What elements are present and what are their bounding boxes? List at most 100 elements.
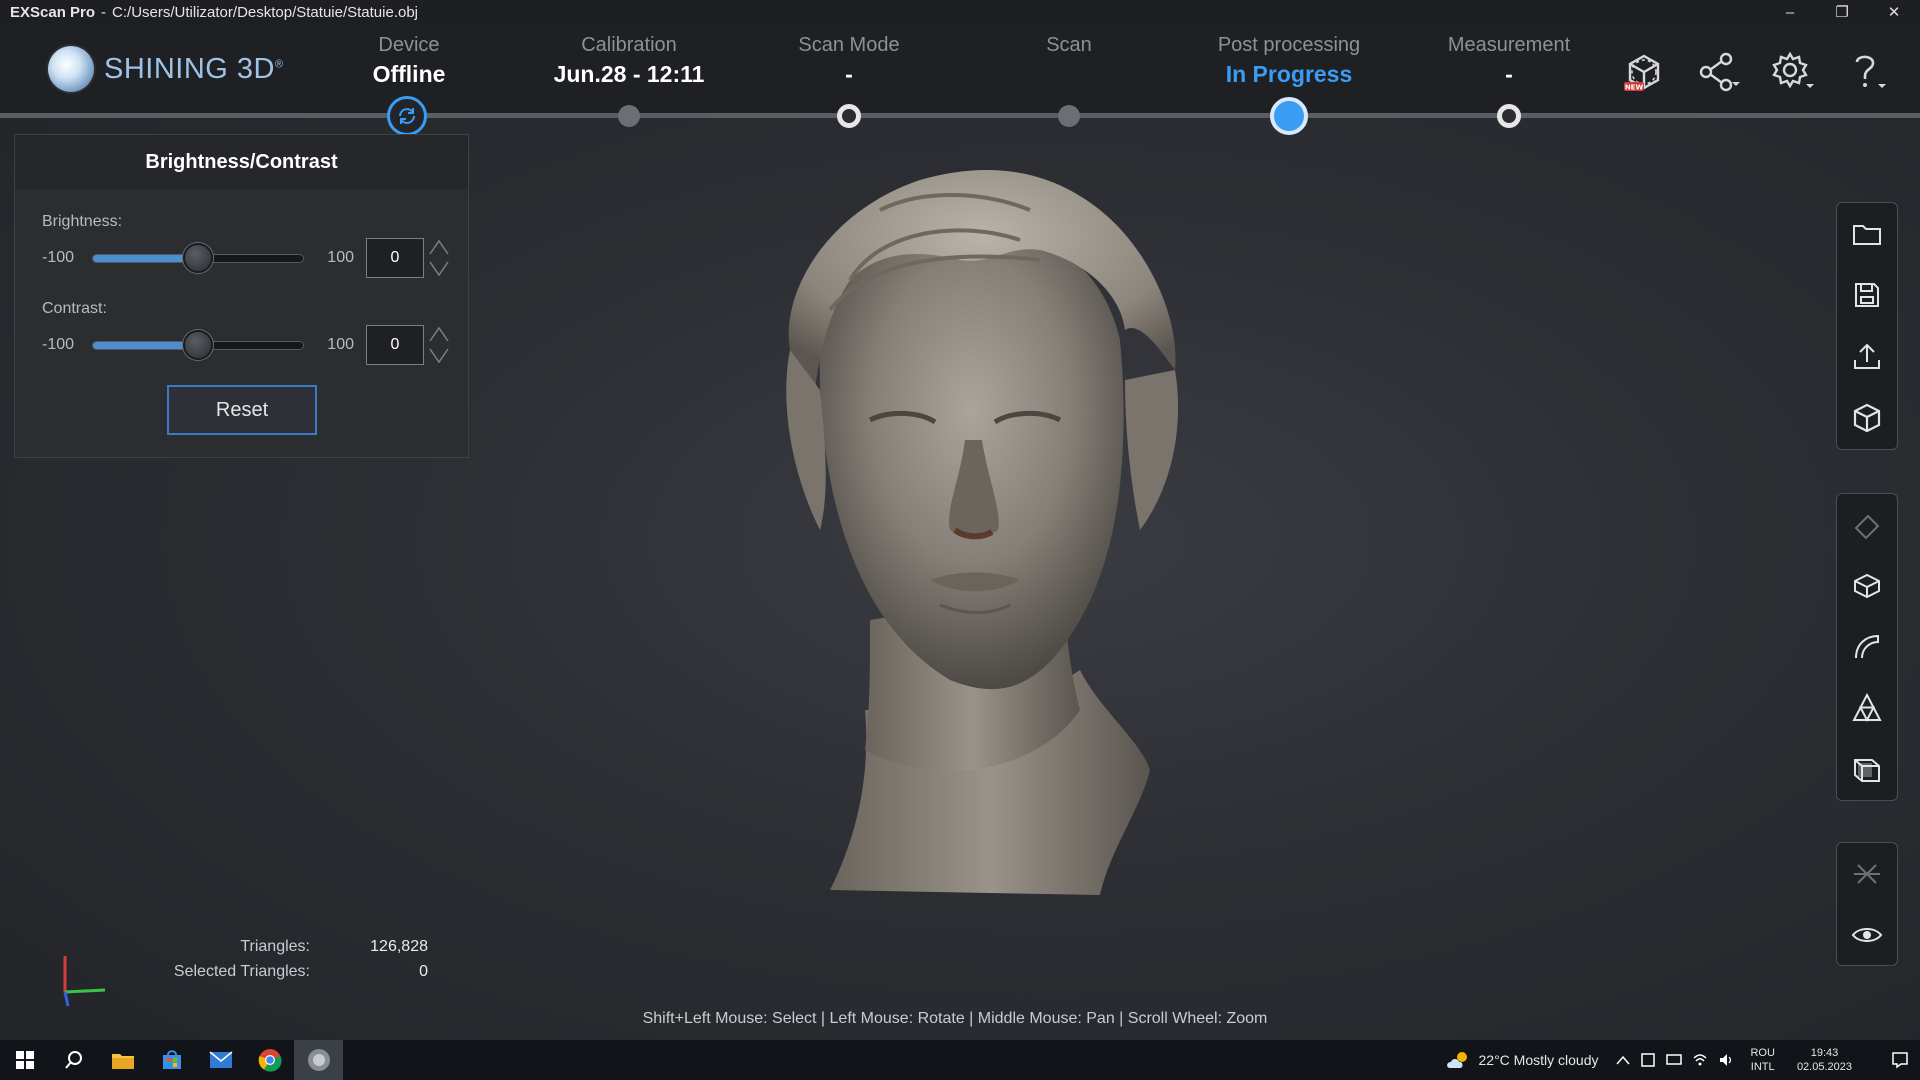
step-label: Post processing	[1217, 34, 1361, 56]
step-measurement[interactable]: Measurement -	[1399, 34, 1619, 88]
brightness-stepper[interactable]	[428, 238, 450, 278]
contrast-label: Contrast:	[42, 300, 107, 317]
header: SHINING 3D® Device Offline Calibration J…	[0, 24, 1920, 114]
step-label: Device	[378, 34, 440, 56]
statue-model[interactable]	[720, 150, 1190, 920]
brightness-slider[interactable]	[92, 243, 304, 273]
model-store-icon[interactable]: NEW	[1622, 50, 1670, 94]
eraser-icon[interactable]	[1837, 494, 1897, 555]
step-label: Scan	[1046, 34, 1092, 56]
clock[interactable]: 19:43 02.05.2023	[1797, 1046, 1852, 1074]
axes-indicator	[63, 956, 106, 1007]
edit-toolbar	[1836, 493, 1898, 801]
file-toolbar	[1836, 202, 1898, 450]
step-label: Calibration	[581, 34, 677, 56]
share-icon[interactable]	[1696, 50, 1744, 94]
contrast-min: -100	[42, 336, 75, 353]
tray-app-icon[interactable]	[1640, 1052, 1656, 1068]
flip-icon[interactable]	[1837, 843, 1897, 904]
display-icon[interactable]	[1666, 1052, 1683, 1068]
save-icon[interactable]	[1837, 265, 1897, 327]
exscan-taskbar-icon[interactable]	[294, 1040, 343, 1080]
help-icon[interactable]	[1844, 50, 1892, 94]
close-button[interactable]: ✕	[1868, 0, 1920, 24]
device-refresh-node[interactable]	[387, 96, 427, 136]
restore-button[interactable]: ❐	[1816, 0, 1868, 24]
mail-icon[interactable]	[196, 1040, 245, 1080]
search-icon[interactable]	[49, 1040, 98, 1080]
brightness-input[interactable]: 0	[366, 238, 424, 278]
brightness-label: Brightness:	[42, 213, 123, 230]
selected-triangles-value: 0	[419, 962, 428, 980]
step-label: Scan Mode	[798, 34, 900, 56]
store-icon[interactable]	[147, 1040, 196, 1080]
file-explorer-icon[interactable]	[98, 1040, 147, 1080]
measurement-node[interactable]	[1497, 104, 1521, 128]
triangle-mesh-icon[interactable]	[1837, 678, 1897, 739]
brightness-min: -100	[42, 249, 75, 266]
box-icon[interactable]	[1837, 739, 1897, 800]
header-icons: NEW	[1622, 50, 1892, 94]
step-device[interactable]: Device Offline	[299, 34, 519, 88]
taskbar: 22°C Mostly cloudy ROU INTL 19:43 02.05.…	[0, 1040, 1920, 1080]
open-folder-icon[interactable]	[1837, 203, 1897, 265]
step-value: Offline	[372, 61, 446, 87]
weather-widget[interactable]: 22°C Mostly cloudy	[1445, 1050, 1598, 1070]
reset-button[interactable]: Reset	[167, 385, 317, 435]
step-value: -	[845, 61, 853, 87]
brightness-contrast-panel: Brightness/Contrast Brightness: -100 100…	[14, 134, 469, 458]
clock-time: 19:43	[1810, 1047, 1839, 1059]
triangles-value: 126,828	[370, 937, 428, 955]
language-code: ROU	[1750, 1047, 1775, 1059]
triangles-row: Triangles: 126,828	[150, 934, 428, 959]
view-toolbar	[1836, 842, 1898, 966]
cloud-sun-icon	[1446, 1052, 1467, 1068]
brightness-thumb[interactable]	[183, 243, 213, 273]
wifi-icon[interactable]	[1692, 1052, 1708, 1068]
mesh-stats: Triangles: 126,828 Selected Triangles: 0	[150, 934, 428, 984]
workflow-track	[0, 113, 1920, 118]
language-indicator[interactable]: ROU INTL	[1750, 1046, 1774, 1074]
step-label: Measurement	[1447, 34, 1571, 56]
chrome-icon[interactable]	[245, 1040, 294, 1080]
settings-icon[interactable]	[1770, 50, 1818, 94]
chevron-up-icon[interactable]	[428, 325, 450, 343]
step-post-processing[interactable]: Post processing In Progress	[1179, 34, 1399, 88]
window-controls: – ❐ ✕	[1764, 0, 1920, 24]
mouse-hint: Shift+Left Mouse: Select | Left Mouse: R…	[642, 1010, 1268, 1027]
model-cube-icon[interactable]	[1837, 388, 1897, 450]
step-value: In Progress	[1225, 61, 1353, 87]
refresh-icon	[399, 108, 415, 124]
panel-title: Brightness/Contrast	[15, 135, 468, 189]
chevron-up-icon[interactable]	[428, 238, 450, 256]
calibration-node[interactable]	[618, 105, 640, 127]
selected-triangles-label: Selected Triangles:	[173, 962, 310, 980]
visibility-eye-icon[interactable]	[1837, 904, 1897, 965]
export-icon[interactable]	[1837, 326, 1897, 388]
step-value: Jun.28 - 12:11	[553, 61, 705, 87]
notifications-icon[interactable]	[1880, 1051, 1920, 1069]
contrast-stepper[interactable]	[428, 325, 450, 365]
contrast-thumb[interactable]	[183, 330, 213, 360]
cut-plane-icon[interactable]	[1837, 555, 1897, 616]
step-scan-mode[interactable]: Scan Mode -	[739, 34, 959, 88]
volume-icon[interactable]	[1718, 1052, 1734, 1068]
post-processing-node[interactable]	[1270, 97, 1308, 135]
app-name: EXScan Pro	[10, 3, 96, 21]
title-bar: EXScan Pro - C:/Users/Utilizator/Desktop…	[0, 0, 1920, 24]
scan-mode-node[interactable]	[837, 104, 861, 128]
step-scan[interactable]: Scan	[959, 34, 1179, 61]
chevron-down-icon[interactable]	[428, 347, 450, 365]
minimize-button[interactable]: –	[1764, 0, 1816, 24]
chevron-down-icon[interactable]	[428, 260, 450, 278]
start-icon[interactable]	[0, 1040, 49, 1080]
selected-triangles-row: Selected Triangles: 0	[150, 959, 428, 984]
system-tray	[1616, 1052, 1734, 1068]
contrast-slider[interactable]	[92, 330, 304, 360]
keyboard-layout: INTL	[1750, 1061, 1775, 1073]
scan-node[interactable]	[1058, 105, 1080, 127]
step-calibration[interactable]: Calibration Jun.28 - 12:11	[519, 34, 739, 88]
chevron-up-icon[interactable]	[1616, 1055, 1631, 1065]
contrast-input[interactable]: 0	[366, 325, 424, 365]
curve-icon[interactable]	[1837, 616, 1897, 677]
